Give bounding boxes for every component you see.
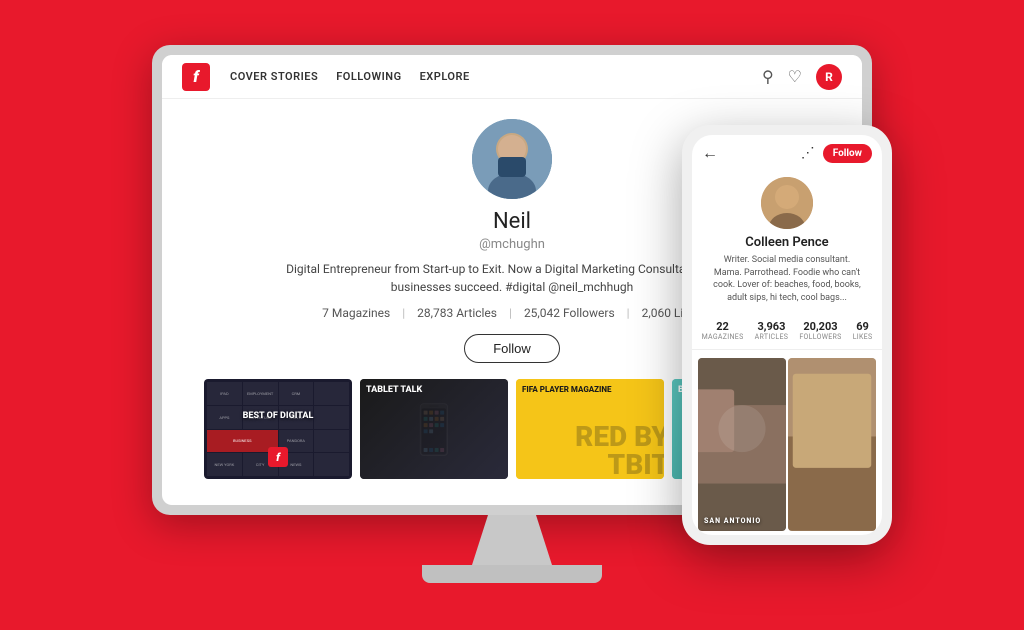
search-icon[interactable]: ⚲ — [762, 67, 774, 86]
tablet-talk-bg: 📱 TABLET TALK — [360, 379, 508, 479]
magazine-title: BEST OF DIGITAL — [211, 411, 344, 422]
phone-avatar — [761, 177, 813, 229]
fifa-bg: RED BYTBIT FIFA PLAYER MAGAZINE — [516, 379, 664, 479]
stat-divider-3: | — [627, 306, 630, 320]
grid-cell: CRM — [279, 382, 314, 405]
scene: f COVER STORIES FOLLOWING EXPLORE ⚲ ♡ R — [32, 25, 992, 605]
phone-image-1[interactable]: SAN ANTONIO — [698, 358, 786, 531]
navbar: f COVER STORIES FOLLOWING EXPLORE ⚲ ♡ R — [162, 55, 862, 99]
magazine-title: TABLET TALK — [366, 385, 422, 397]
phone-avatar-image — [761, 177, 813, 229]
stat-divider-2: | — [509, 306, 512, 320]
magazine-tablet-talk[interactable]: 📱 TABLET TALK — [360, 379, 508, 479]
stat-followers: 25,042 Followers — [524, 306, 615, 320]
san-antonio-label: SAN ANTONIO — [704, 517, 761, 525]
nav-links: COVER STORIES FOLLOWING EXPLORE — [230, 70, 762, 83]
grid-cell: IPAD — [207, 382, 242, 405]
phone-screen: ← ⋰ Follow — [692, 135, 882, 535]
phone-top-icons: ⋰ Follow — [801, 144, 872, 163]
phone-profile-bio: Writer. Social media consultant. Mama. P… — [702, 254, 872, 304]
grid-cell — [314, 382, 349, 405]
phone-follow-button[interactable]: Follow — [823, 144, 872, 163]
mobile-phone: ← ⋰ Follow — [682, 125, 892, 545]
phone-stat-likes: 69 LIKES — [853, 320, 873, 341]
stat-articles: 28,783 Articles — [417, 306, 497, 320]
grid-cell: NEW YORK — [207, 453, 242, 476]
back-arrow-icon[interactable]: ← — [702, 143, 718, 163]
phone-profile-section: Colleen Pence Writer. Social media consu… — [692, 171, 882, 320]
follow-button[interactable]: Follow — [464, 334, 560, 363]
profile-name: Neil — [493, 209, 531, 234]
grid-cell — [314, 430, 349, 453]
phone-image-2[interactable] — [788, 358, 876, 531]
share-icon[interactable]: ⋰ — [801, 145, 815, 161]
magazine-title: FIFA PLAYER MAGAZINE — [522, 385, 612, 395]
flipboard-f-icon: f — [268, 447, 288, 467]
grid-cell: EMPLOYMENT — [243, 382, 278, 405]
monitor-neck — [472, 515, 552, 565]
nav-following[interactable]: FOLLOWING — [336, 70, 401, 83]
user-avatar[interactable]: R — [816, 64, 842, 90]
nav-cover-stories[interactable]: COVER STORIES — [230, 70, 318, 83]
flipboard-logo: f — [182, 63, 210, 91]
grid-cell — [314, 453, 349, 476]
desktop-monitor: f COVER STORIES FOLLOWING EXPLORE ⚲ ♡ R — [152, 45, 872, 605]
phone-images-row: SAN ANTONIO — [692, 350, 882, 535]
phone-profile-name: Colleen Pence — [745, 235, 828, 250]
magazine-fifa[interactable]: RED BYTBIT FIFA PLAYER MAGAZINE — [516, 379, 664, 479]
nav-explore[interactable]: EXPLORE — [420, 70, 470, 83]
nav-icons: ⚲ ♡ R — [762, 64, 842, 90]
monitor-base — [422, 565, 602, 583]
phone-stats: 22 MAGAZINES 3,963 ARTICLES 20,203 FOLLO… — [692, 320, 882, 350]
grid-cell-red: BUSINESS — [207, 430, 278, 453]
phone-stat-magazines: 22 MAGAZINES — [702, 320, 744, 341]
notification-icon[interactable]: ♡ — [788, 67, 802, 86]
profile-handle: @mchughn — [479, 237, 545, 252]
magazine-best-of-digital[interactable]: IPAD EMPLOYMENT CRM APPS ADVENTURE TRAVE… — [204, 379, 352, 479]
profile-stats: 7 Magazines | 28,783 Articles | 25,042 F… — [322, 306, 702, 320]
phone-topbar: ← ⋰ Follow — [692, 135, 882, 171]
profile-bio: Digital Entrepreneur from Start-up to Ex… — [272, 260, 752, 296]
tablet-icon: 📱 — [404, 401, 464, 458]
fifa-text-bg: RED BYTBIT — [575, 423, 664, 479]
profile-avatar — [472, 119, 552, 199]
profile-avatar-image — [472, 119, 552, 199]
stat-divider-1: | — [402, 306, 405, 320]
stat-magazines: 7 Magazines — [322, 306, 390, 320]
phone-stat-articles: 3,963 ARTICLES — [755, 320, 789, 341]
phone-stat-followers: 20,203 FOLLOWERS — [799, 320, 841, 341]
